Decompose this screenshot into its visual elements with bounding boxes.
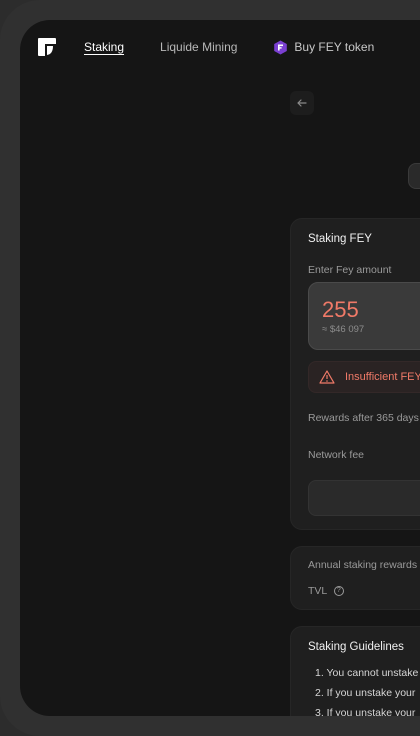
tvl-row: TVL ? <box>308 585 344 597</box>
staking-guidelines-card: Staking Guidelines 1. You cannot unstake… <box>290 626 420 716</box>
fey-token-badge-icon <box>274 40 288 54</box>
buy-fey-token-label: Buy FEY token <box>294 40 375 54</box>
warning-icon <box>319 370 335 384</box>
amount-label: Enter Fey amount <box>308 264 392 276</box>
network-fee-label: Network fee <box>308 449 365 461</box>
staking-stats-card: Annual staking rewards TVL ? <box>290 546 420 610</box>
guideline-item: 2. If you unstake your <box>315 687 416 699</box>
tvl-label: TVL <box>308 585 327 597</box>
top-nav: Staking Liquide Mining Buy FEY token <box>36 36 420 58</box>
fey-logo-icon[interactable] <box>36 36 58 58</box>
guideline-item: 3. If you unstake your <box>315 707 416 716</box>
guidelines-title: Staking Guidelines <box>308 641 404 653</box>
staking-card: Staking FEY Enter Fey amount 255 ≈ $46 0… <box>290 218 420 530</box>
help-icon[interactable]: ? <box>333 586 344 597</box>
amount-usd-value: ≈ $46 097 <box>322 324 365 335</box>
annual-rewards-label: Annual staking rewards <box>308 559 418 571</box>
back-button[interactable] <box>290 91 314 115</box>
amount-value: 255 <box>322 297 359 322</box>
rewards-label: Rewards after 365 days <box>308 412 419 424</box>
stake-button[interactable] <box>308 480 420 516</box>
staking-card-title: Staking FEY <box>308 233 372 245</box>
guideline-item: 1. You cannot unstake <box>315 667 419 679</box>
warning-text: Insufficient FEY <box>345 371 420 383</box>
app-window: Staking Liquide Mining Buy FEY token Sta… <box>20 20 420 716</box>
nav-link-staking[interactable]: Staking <box>84 40 124 54</box>
insufficient-funds-alert: Insufficient FEY <box>308 361 420 393</box>
arrow-left-icon <box>297 99 307 107</box>
amount-input[interactable]: 255 ≈ $46 097 <box>308 282 420 350</box>
buy-fey-token-link[interactable]: Buy FEY token <box>273 40 374 55</box>
device-frame: Staking Liquide Mining Buy FEY token Sta… <box>0 0 420 736</box>
nav-link-liquide-mining[interactable]: Liquide Mining <box>160 40 237 54</box>
toggle-pill[interactable] <box>408 163 420 189</box>
